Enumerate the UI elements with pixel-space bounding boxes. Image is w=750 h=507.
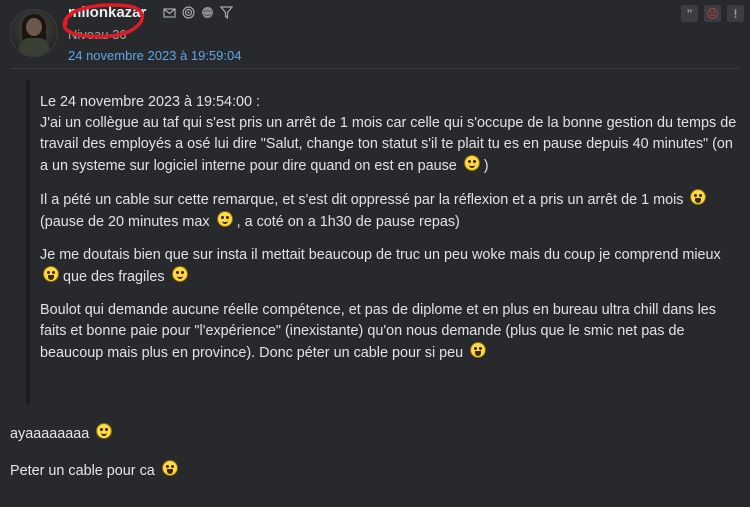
message-date-link[interactable]: 24 novembre 2023 à 19:59:04 (68, 48, 241, 63)
smiley-icon (463, 155, 480, 171)
reply-line-2-text: Peter un cable pour ca (10, 463, 155, 479)
filter-icon[interactable] (219, 6, 234, 20)
laugh-icon (161, 460, 178, 476)
globe-icon[interactable] (201, 6, 214, 19)
reply-line-2: Peter un cable pour ca (10, 460, 178, 479)
mail-icon[interactable] (163, 6, 176, 19)
smiley-icon (171, 266, 188, 282)
sad-face-icon[interactable]: ☹ (704, 5, 721, 22)
alert-icon[interactable]: ! (727, 5, 744, 22)
quote-paragraph-1: J'ai un collègue au taf qui s'est pris u… (40, 113, 740, 177)
header-separator (10, 68, 740, 69)
author-icons (163, 6, 234, 20)
quote-paragraph-2: Il a pété un cable sur cette remarque, e… (40, 189, 740, 233)
smiley-icon (96, 423, 113, 439)
laugh-icon (690, 189, 707, 205)
quote-header: Le 24 novembre 2023 à 19:54:00 : (40, 94, 261, 110)
smiley-icon (216, 211, 233, 227)
quote-paragraph-1-text: J'ai un collègue au taf qui s'est pris u… (40, 115, 737, 174)
avatar[interactable] (10, 9, 58, 57)
avatar-body (19, 38, 49, 56)
quoted-message: Le 24 novembre 2023 à 19:54:00 : J'ai un… (26, 80, 740, 405)
message-actions: ” ☹ ! (681, 5, 744, 22)
avatar-face (26, 18, 42, 36)
quote-paragraph-3-text-a: Je me doutais bien que sur insta il mett… (40, 247, 721, 263)
quote-paragraph-2-text-a: Il a pété un cable sur cette remarque, e… (40, 192, 684, 208)
quote-paragraph-1-end: ) (483, 158, 489, 174)
reply-line-1-text: ayaaaaaaaa (10, 426, 90, 442)
spiral-icon[interactable] (182, 6, 195, 19)
quote-paragraph-4: Boulot qui demande aucune réelle compéte… (40, 300, 740, 364)
laugh-icon (470, 342, 487, 358)
laugh-icon (43, 266, 59, 282)
quote-paragraph-2-text-b: (pause de 20 minutes max (40, 214, 210, 230)
quote-paragraph-4-text: Boulot qui demande aucune réelle compéte… (40, 302, 717, 361)
quote-icon[interactable]: ” (681, 5, 698, 22)
quote-paragraph-3-text-b: que des fragiles (63, 269, 165, 285)
quote-paragraph-2-text-c: , a coté on a 1h30 de pause repas) (236, 214, 460, 230)
red-circle-annotation (62, 3, 144, 39)
quote-paragraph-3: Je me doutais bien que sur insta il mett… (40, 245, 740, 288)
reply-line-1: ayaaaaaaaa (10, 423, 113, 442)
